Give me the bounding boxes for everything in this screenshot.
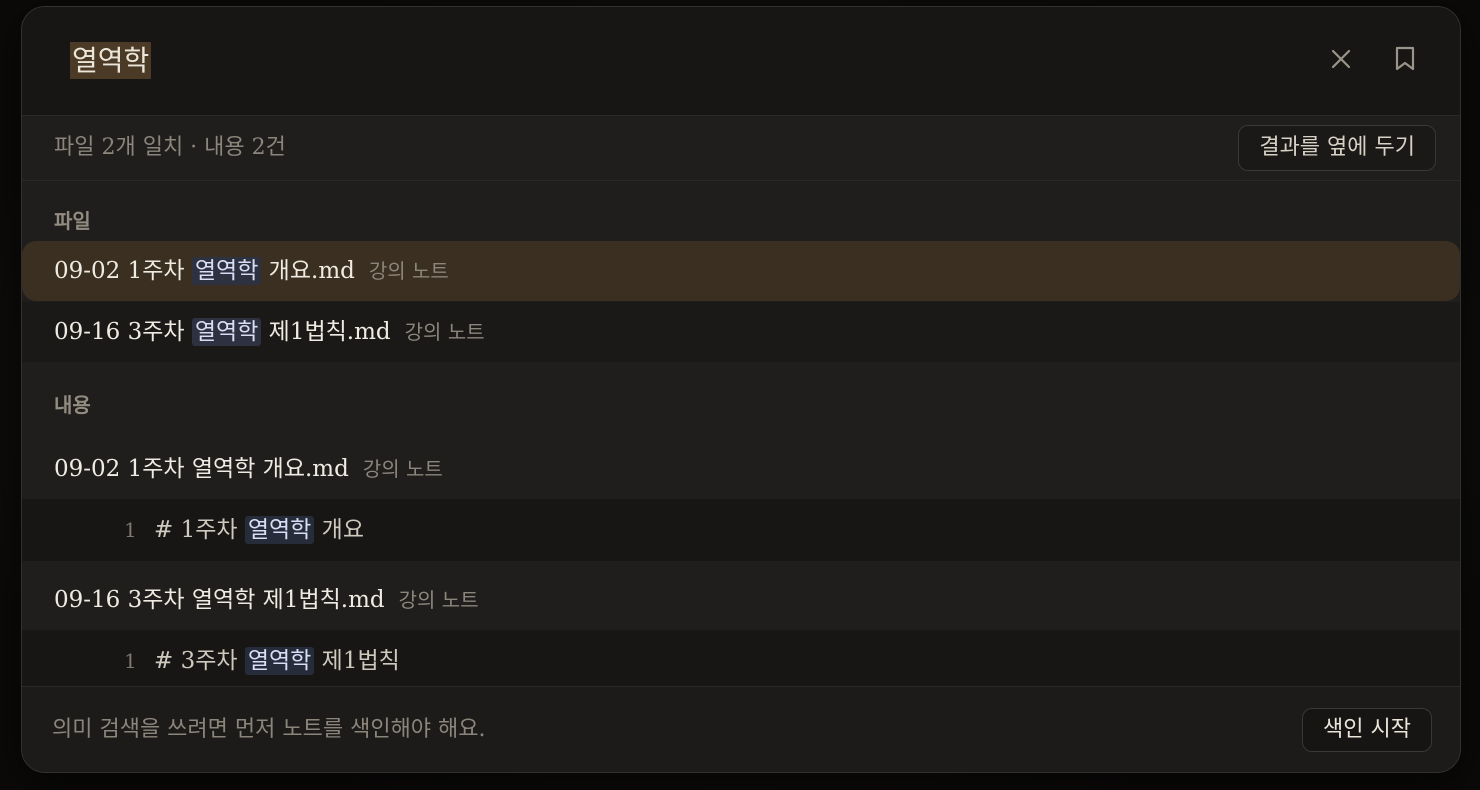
content-file-name: 09-16 3주차 열역학 제1법칙.md bbox=[54, 587, 385, 613]
file-name-prefix: 09-16 3주차 bbox=[54, 319, 192, 345]
close-button[interactable] bbox=[1321, 39, 1361, 79]
line-text: # 3주차 열역학 제1법칙 bbox=[154, 630, 400, 692]
line-prefix: # 1주차 bbox=[154, 517, 245, 543]
file-name-suffix: 제1법칙.md bbox=[261, 319, 391, 345]
bookmark-button[interactable] bbox=[1385, 39, 1425, 79]
file-name-prefix: 09-02 1주차 bbox=[54, 258, 192, 284]
content-file-name: 09-02 1주차 열역학 개요.md bbox=[54, 456, 349, 482]
match-highlight: 열역학 bbox=[191, 257, 262, 285]
close-icon bbox=[1331, 49, 1351, 69]
results-list: 파일 09-02 1주차 열역학 개요.md 강의 노트 09-16 3주차 열역… bbox=[22, 181, 1460, 692]
file-result-row[interactable]: 09-16 3주차 열역학 제1법칙.md 강의 노트 bbox=[22, 302, 1460, 362]
bookmark-icon bbox=[1395, 46, 1415, 71]
content-file-folder: 강의 노트 bbox=[398, 588, 479, 612]
semantic-search-hint: 의미 검색을 쓰려면 먼저 노트를 색인해야 해요. bbox=[52, 717, 486, 742]
file-folder: 강의 노트 bbox=[404, 320, 485, 344]
search-modal: 열역학 파일 2개 일치 · 내용 2건 결과를 옆에 두기 파일 09-02 … bbox=[21, 6, 1461, 773]
line-text: # 1주차 열역학 개요 bbox=[154, 499, 364, 561]
line-suffix: 제1법칙 bbox=[314, 648, 400, 674]
line-suffix: 개요 bbox=[314, 517, 364, 543]
section-label-content: 내용 bbox=[54, 393, 91, 417]
search-query-text: 열역학 bbox=[70, 42, 152, 79]
match-highlight: 열역학 bbox=[244, 647, 315, 675]
content-match-line[interactable]: 1 # 1주차 열역학 개요 bbox=[22, 499, 1460, 561]
section-label-files: 파일 bbox=[54, 209, 91, 233]
results-summary-bar: 파일 2개 일치 · 내용 2건 결과를 옆에 두기 bbox=[22, 116, 1460, 181]
file-result-row[interactable]: 09-02 1주차 열역학 개요.md 강의 노트 bbox=[22, 241, 1460, 301]
line-number: 1 bbox=[124, 649, 137, 673]
match-highlight: 열역학 bbox=[244, 516, 315, 544]
search-header: 열역학 bbox=[22, 7, 1460, 116]
content-file-folder: 강의 노트 bbox=[362, 457, 443, 481]
search-footer: 의미 검색을 쓰려면 먼저 노트를 색인해야 해요. 색인 시작 bbox=[22, 686, 1460, 772]
content-match-line[interactable]: 1 # 3주차 열역학 제1법칙 bbox=[22, 630, 1460, 692]
start-index-button[interactable]: 색인 시작 bbox=[1302, 708, 1432, 752]
line-number: 1 bbox=[124, 518, 137, 542]
content-result-file[interactable]: 09-16 3주차 열역학 제1법칙.md 강의 노트 bbox=[22, 568, 1460, 632]
file-name-suffix: 개요.md bbox=[261, 258, 355, 284]
content-result-file[interactable]: 09-02 1주차 열역학 개요.md 강의 노트 bbox=[22, 437, 1460, 501]
keep-results-aside-button[interactable]: 결과를 옆에 두기 bbox=[1238, 125, 1436, 171]
match-highlight: 열역학 bbox=[191, 318, 262, 346]
results-summary: 파일 2개 일치 · 내용 2건 bbox=[54, 135, 286, 160]
file-folder: 강의 노트 bbox=[368, 259, 449, 283]
line-prefix: # 3주차 bbox=[154, 648, 245, 674]
search-query-input[interactable]: 열역학 bbox=[70, 39, 152, 83]
